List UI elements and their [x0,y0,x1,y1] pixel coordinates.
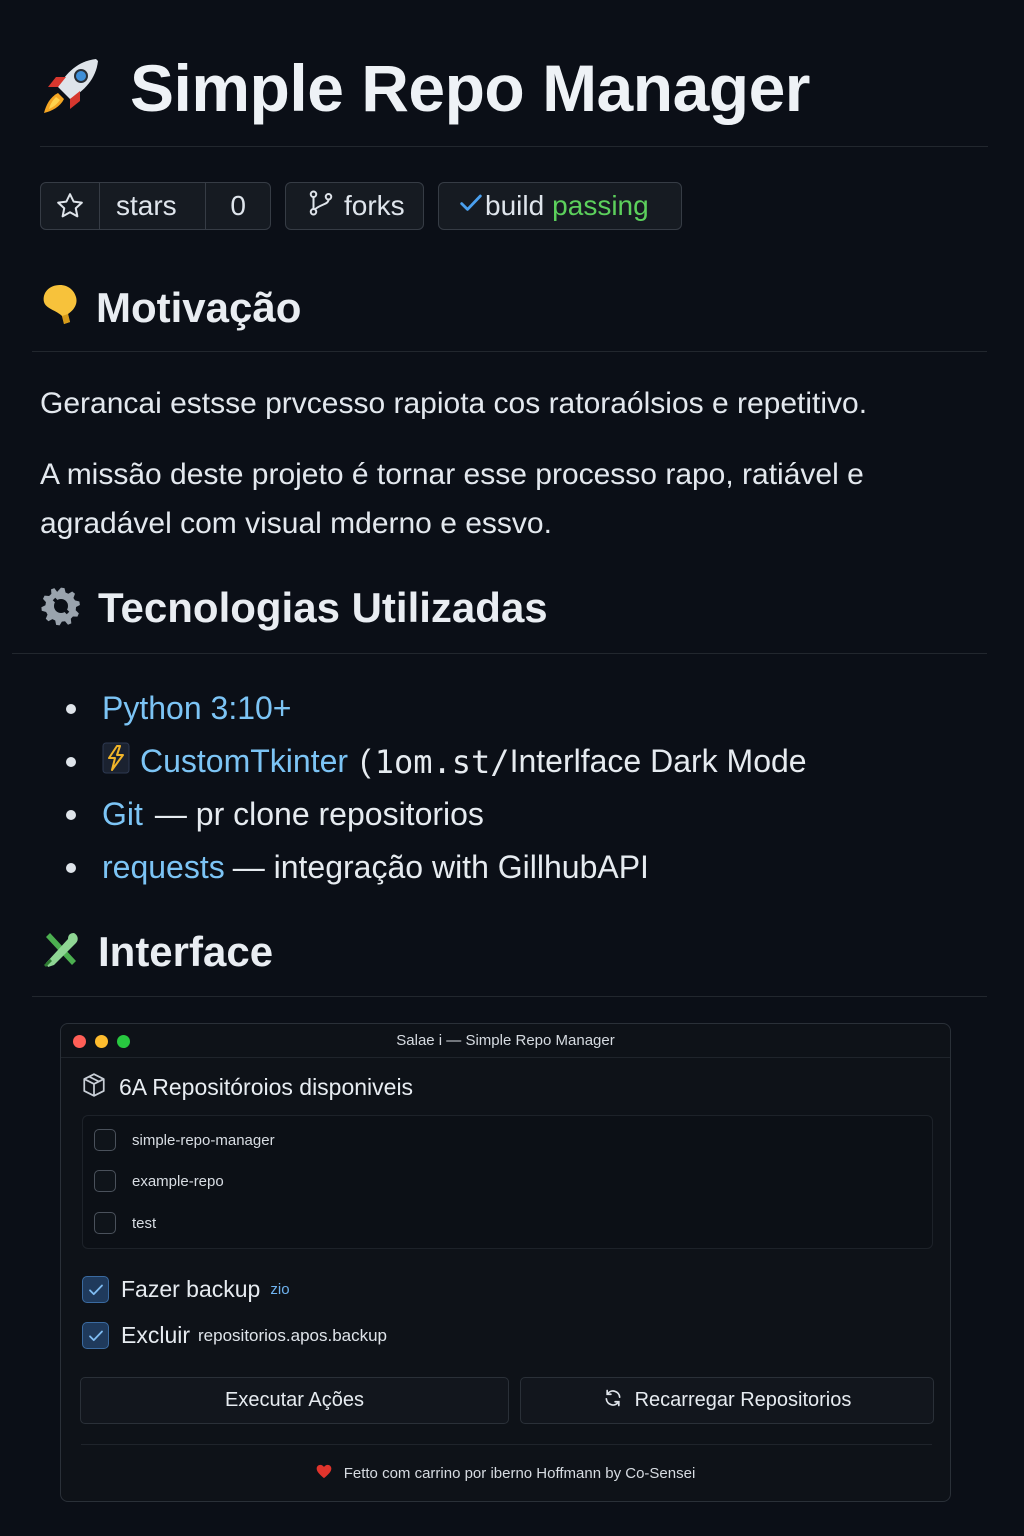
page-title: Simple Repo Manager [130,51,811,125]
backup-label: Fazer backup [121,1276,261,1302]
tech-link-requests[interactable]: requests [102,849,225,886]
app-window: Salae i — Simple Repo Manager 6A Reposit… [60,1023,951,1502]
repo-item[interactable]: test [94,1212,156,1234]
motivation-paragraph-2: A missão deste projeto é tornar esse pro… [40,458,864,540]
tech-link-python[interactable]: Python 3:10+ [102,690,291,727]
title-row: Simple Repo Manager [38,50,811,126]
package-icon [81,1072,107,1103]
check-icon [457,189,485,224]
technologies-divider [12,653,987,654]
rocket-icon [38,53,104,124]
tech-desc: — pr clone repositorios [154,796,484,832]
stars-count: 0 [230,190,246,221]
tech-desc-prefix: ( [360,743,371,779]
refresh-icon [603,1388,623,1414]
bullet [66,703,76,714]
footer-divider [81,1444,932,1445]
motivation-divider [32,351,987,352]
technologies-heading: Tecnologias Utilizadas [40,584,548,632]
repo-item[interactable]: simple-repo-manager [94,1129,275,1151]
repos-header: 6A Repositóroios disponiveis [81,1072,413,1103]
customtkinter-icon [102,742,130,782]
reload-repos-button[interactable]: Recarregar Repositorios [520,1377,934,1424]
list-item: CustomTkinter ( 1om.st/ Interlface Dark … [66,735,807,788]
bullet [66,756,76,767]
readme-page: Simple Repo Manager stars 0 forks build … [0,0,1024,1536]
tech-link-git[interactable]: Git [102,796,143,833]
repo-list: simple-repo-manager example-repo test [82,1115,933,1249]
bullet [66,809,76,820]
tools-icon [40,929,82,976]
motivation-paragraph-1: Gerancai estsse prvcesso rapiota cos rat… [40,387,868,420]
fork-icon [306,188,336,225]
build-status: passing [552,190,649,221]
window-title: Salae i — Simple Repo Manager [396,1032,615,1049]
repo-checkbox[interactable] [94,1212,116,1234]
delete-checkbox[interactable] [82,1322,109,1349]
tech-desc: Interlface Dark Mode [509,743,807,779]
repo-item[interactable]: example-repo [94,1170,224,1192]
build-label: build [485,190,545,221]
title-divider [40,146,988,147]
lightbulb-icon [40,282,80,333]
tech-desc-url: 1om.st/ [374,742,510,781]
app-footer: Fetto com carrino por iberno Hoffmann by… [61,1464,950,1483]
window-titlebar: Salae i — Simple Repo Manager [61,1024,950,1058]
repo-checkbox[interactable] [94,1129,116,1151]
star-icon [41,183,99,229]
delete-option[interactable]: Excluir repositorios.apos.backup [82,1322,387,1349]
heart-icon [316,1464,332,1483]
stars-label: stars [116,190,177,221]
technologies-title: Tecnologias Utilizadas [98,584,548,631]
list-item: requests — integração with GillhubAPI [66,841,807,894]
execute-actions-label: Executar Ações [225,1389,364,1411]
backup-option[interactable]: Fazer backup zio [82,1276,290,1303]
forks-label: forks [344,190,405,221]
motivation-title: Motivação [96,283,302,331]
tech-link-customtkinter[interactable]: CustomTkinter [140,743,348,780]
interface-heading: Interface [40,928,273,976]
gear-icon [40,585,82,632]
execute-actions-button[interactable]: Executar Ações [80,1377,509,1424]
bullet [66,862,76,873]
delete-label: Excluir [121,1322,191,1348]
repo-name: test [132,1214,157,1232]
backup-note: zio [270,1281,290,1298]
repo-checkbox[interactable] [94,1170,116,1192]
tech-list: Python 3:10+ CustomTkinter ( 1om.st/ Int… [66,682,807,894]
interface-title: Interface [98,928,274,975]
delete-note: repositorios.apos.backup [198,1325,388,1345]
interface-divider [32,996,987,997]
repo-name: simple-repo-manager [132,1131,275,1149]
repos-header-label: 6A Repositóroios disponiveis [119,1074,414,1100]
backup-checkbox[interactable] [82,1276,109,1303]
forks-badge[interactable]: forks [285,182,424,230]
reload-repos-label: Recarregar Repositorios [634,1389,852,1411]
build-badge[interactable]: build passing [438,182,682,230]
footer-text: Fetto com carrino por iberno Hoffmann by… [343,1465,696,1482]
repo-name: example-repo [132,1172,224,1190]
tech-desc: — integração with GillhubAPI [232,849,649,885]
list-item: Git — pr clone repositorios [66,788,807,841]
badges-row: stars 0 forks build passing [40,182,682,230]
list-item: Python 3:10+ [66,682,807,735]
stars-badge[interactable]: stars 0 [40,182,271,230]
motivation-heading: Motivação [40,282,301,333]
